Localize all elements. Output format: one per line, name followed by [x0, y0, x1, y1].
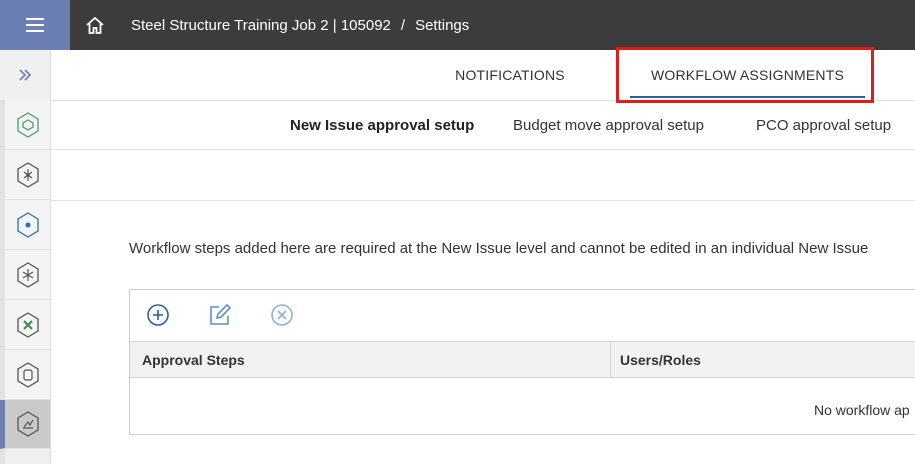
hexagon-network-icon — [16, 161, 39, 188]
home-icon — [86, 16, 104, 34]
breadcrumb: Steel Structure Training Job 2 | 105092 … — [131, 0, 469, 50]
breadcrumb-project[interactable]: Steel Structure Training Job 2 | 105092 — [131, 17, 391, 34]
blank-section — [50, 150, 915, 201]
remove-step-button[interactable] — [269, 302, 295, 328]
add-circle-icon — [147, 304, 169, 326]
hamburger-icon — [26, 18, 44, 32]
double-chevron-right-icon — [19, 69, 32, 81]
top-bar: Steel Structure Training Job 2 | 105092 … — [0, 0, 915, 50]
rail-item-7[interactable] — [0, 400, 50, 449]
add-step-button[interactable] — [145, 302, 171, 328]
approval-steps-panel: Approval Steps Users/Roles No workflow a… — [129, 289, 915, 435]
column-divider — [610, 342, 611, 377]
hexagon-outline-icon — [16, 111, 39, 138]
rail-item-6[interactable] — [5, 350, 50, 400]
rail-item-2[interactable] — [5, 150, 50, 200]
main-menu-button[interactable] — [0, 0, 70, 50]
workflow-info-text: Workflow steps added here are required a… — [129, 240, 869, 257]
edit-step-button[interactable] — [207, 302, 233, 328]
hexagon-tools-icon — [16, 311, 39, 338]
column-header-users-roles[interactable]: Users/Roles — [620, 342, 701, 377]
highlight-annotation — [616, 47, 874, 103]
tab-notifications[interactable]: NOTIFICATIONS — [430, 50, 590, 100]
rail-item-1[interactable] — [5, 100, 50, 150]
hexagon-chart-icon — [16, 411, 39, 437]
subtab-budget-move[interactable]: Budget move approval setup — [513, 101, 704, 149]
rail-item-5[interactable] — [5, 300, 50, 350]
expand-rail-button[interactable] — [0, 50, 50, 100]
hexagon-document-icon — [16, 361, 39, 388]
table-header: Approval Steps Users/Roles — [130, 341, 915, 378]
rail-item-3[interactable] — [5, 200, 50, 250]
remove-circle-icon — [271, 304, 293, 326]
hexagon-target-icon — [16, 211, 39, 238]
edit-icon — [210, 303, 232, 325]
subtab-new-issue[interactable]: New Issue approval setup — [290, 101, 474, 149]
breadcrumb-page: Settings — [415, 16, 470, 34]
home-button[interactable] — [70, 0, 120, 50]
table-toolbar — [130, 290, 915, 341]
empty-table-message: No workflow ap — [814, 402, 910, 418]
subtab-pco[interactable]: PCO approval setup — [756, 101, 891, 149]
breadcrumb-separator: / — [400, 16, 406, 34]
approval-subtabs: New Issue approval setup Budget move app… — [50, 101, 915, 150]
rail-item-4[interactable] — [5, 250, 50, 300]
column-header-approval-steps[interactable]: Approval Steps — [142, 342, 245, 377]
left-rail — [0, 50, 51, 464]
hexagon-spark-icon — [16, 261, 39, 288]
